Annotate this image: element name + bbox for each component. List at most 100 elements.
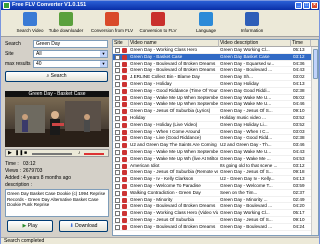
youtube-icon: [122, 177, 127, 183]
row-checkbox[interactable]: [115, 156, 120, 162]
table-row[interactable]: Green Day - Basket Case Green Day Basket …: [113, 53, 318, 61]
table-row[interactable]: American Idiot Its going old to that scen…: [113, 163, 318, 170]
column-header-time[interactable]: Time: [291, 40, 311, 47]
table-row[interactable]: Green Day - Wake Me Up When September En…: [113, 101, 318, 109]
row-checkbox[interactable]: [115, 68, 120, 74]
cell-video-name: Green Day - Iv - Kelly Clarkson: [130, 176, 194, 182]
seek-bar[interactable]: [32, 153, 72, 155]
table-row[interactable]: Green Day - Jesus Of Suburbia (Remote ve…: [113, 169, 318, 177]
row-checkbox[interactable]: [115, 204, 120, 210]
row-checkbox[interactable]: [115, 75, 120, 81]
description-box[interactable]: Green Day Basket Case Dookie (c) 1994 Re…: [5, 189, 109, 217]
table-row[interactable]: Green Day - Jesus Of Suburbia (Lyrics) Gr…: [113, 108, 318, 115]
row-checkbox[interactable]: [115, 149, 120, 155]
youtube-icon: [122, 122, 127, 128]
search-input[interactable]: Green Day: [33, 40, 108, 48]
cell-video-description: Green Day Working Cl...: [220, 47, 270, 52]
toolbar-button-tube-downloader[interactable]: Tube downloader: [41, 12, 91, 36]
row-checkbox[interactable]: [115, 95, 120, 101]
cell-video-name: Green Day - Holiday (Live Video): [130, 121, 198, 127]
table-header: Site Video name Video description Time: [113, 40, 318, 47]
row-checkbox[interactable]: [115, 129, 120, 135]
row-checkbox[interactable]: [115, 122, 120, 128]
row-checkbox[interactable]: [115, 143, 120, 149]
row-checkbox[interactable]: [115, 54, 120, 60]
table-row[interactable]: U2 and Green Day The Saints Are Coming U2…: [113, 142, 318, 149]
row-checkbox[interactable]: [115, 177, 120, 183]
column-header-site[interactable]: Site: [113, 40, 129, 47]
table-row[interactable]: Holiday Holiday music video ... 03:52: [113, 115, 318, 122]
volume-slider[interactable]: [84, 153, 104, 155]
table-row[interactable]: Green Day - Holiday (Live Video) Green Da…: [113, 122, 318, 129]
row-checkbox[interactable]: [115, 115, 120, 121]
table-row[interactable]: Green Day - Welcome To Paradise Green Day…: [113, 183, 318, 190]
youtube-icon: [122, 48, 127, 53]
row-checkbox[interactable]: [115, 102, 120, 108]
column-header-video-name[interactable]: Video name: [129, 40, 219, 47]
download-button[interactable]: ⬇ Download: [59, 220, 108, 232]
maximize-button[interactable]: □: [303, 2, 310, 9]
site-select[interactable]: All ▼: [33, 50, 108, 58]
toolbar-button-convert-to-flv[interactable]: Conversion to FLV: [133, 12, 183, 36]
row-checkbox[interactable]: [115, 190, 120, 196]
cell-video-name: Green Day - Jesus Of Suburbia (Remote ve…: [130, 169, 218, 175]
row-checkbox[interactable]: [115, 48, 120, 53]
cell-video-description: Green Day Sh...: [220, 74, 253, 80]
row-checkbox[interactable]: [115, 170, 120, 176]
cell-time: 04:43: [293, 67, 305, 73]
stop-icon[interactable]: ■: [24, 150, 27, 156]
cell-video-name: J.ERLINE Collect Bin - Blame Day: [130, 74, 200, 80]
row-checkbox[interactable]: [115, 81, 120, 87]
table-row[interactable]: Green Day - Boulevard of Broken Dreams Gr…: [113, 224, 318, 231]
table-row[interactable]: Green Day - Live (Good Riddance) Green Da…: [113, 135, 318, 143]
row-checkbox[interactable]: [115, 136, 120, 142]
language-icon: [199, 12, 213, 26]
table-row[interactable]: Green Day - Jesus Of Suburbia Green Day -…: [113, 217, 318, 224]
close-button[interactable]: ×: [311, 2, 318, 9]
toolbar-button-information[interactable]: Information: [227, 12, 277, 36]
table-row[interactable]: Green Day - Working Class Hero (Video Vi…: [113, 210, 318, 217]
volume-icon[interactable]: ♪: [78, 150, 81, 156]
table-row[interactable]: Green Day - Good Riddance (Time Of Your …: [113, 88, 318, 95]
max-results-select[interactable]: 40 ▼: [33, 60, 108, 68]
table-row[interactable]: Green Day - Minority Green Day - Minority…: [113, 197, 318, 204]
row-checkbox[interactable]: [115, 61, 120, 67]
scrollbar-thumb[interactable]: [313, 49, 318, 79]
cell-video-description: Holiday music video ...: [220, 114, 266, 120]
row-checkbox[interactable]: [115, 217, 120, 223]
row-checkbox[interactable]: [115, 197, 120, 203]
app-icon: [3, 2, 10, 9]
row-checkbox[interactable]: [115, 224, 120, 230]
row-checkbox[interactable]: [115, 88, 120, 94]
toolbar-label: Information: [240, 28, 264, 33]
table-row[interactable]: Green Day - Holiday Green Day Holiday 04:1…: [113, 81, 318, 88]
toolbar-button-language[interactable]: Language: [181, 12, 231, 36]
youtube-icon: [122, 54, 127, 60]
minimize-button[interactable]: _: [295, 2, 302, 9]
table-row[interactable]: Green Day - Boulevard of Broken Dreams Gr…: [113, 203, 318, 211]
toolbar-button-convert-from-flv[interactable]: Conversion from FLV: [87, 12, 137, 36]
cell-time: 03:46: [293, 142, 305, 148]
row-checkbox[interactable]: [115, 109, 120, 115]
vertical-scrollbar[interactable]: [311, 47, 318, 235]
table-row[interactable]: Green Day - Iv - Kelly Clarkson U2 - Gree…: [113, 176, 318, 183]
play-icon[interactable]: ▶: [8, 150, 12, 156]
column-header-video-description[interactable]: Video description: [219, 40, 291, 47]
table-row[interactable]: Green Day - Wake Me Up Wh (live At Milto…: [113, 156, 318, 163]
table-row[interactable]: Green Day - Working Class Hero Green Day …: [113, 47, 318, 54]
search-button[interactable]: ⌕ Search: [5, 71, 108, 82]
table-row[interactable]: Green Day - Boulevard of Broken Dreams Gr…: [113, 67, 318, 75]
table-row[interactable]: Walking Contradiction - Green Day Seen on…: [113, 190, 318, 197]
chevron-down-icon: ▼: [100, 51, 107, 57]
tube-downloader-icon: [59, 12, 73, 26]
row-checkbox[interactable]: [115, 211, 120, 217]
row-checkbox[interactable]: [115, 163, 120, 169]
row-checkbox[interactable]: [115, 183, 120, 189]
table-row[interactable]: J.ERLINE Collect Bin - Blame Day Green Da…: [113, 74, 318, 81]
table-row[interactable]: Green Day - Wake Me Up When September En…: [113, 95, 318, 102]
table-row[interactable]: Green Day - Boulevard of Broken Dreams Gr…: [113, 61, 318, 68]
table-row[interactable]: Green Day - When I Come Around Green Day …: [113, 129, 318, 136]
play-button[interactable]: ▶ Play: [7, 220, 53, 232]
table-row[interactable]: Green Day - Wake Me Up When September En…: [113, 149, 318, 156]
pause-icon[interactable]: ❚❚: [15, 150, 23, 156]
